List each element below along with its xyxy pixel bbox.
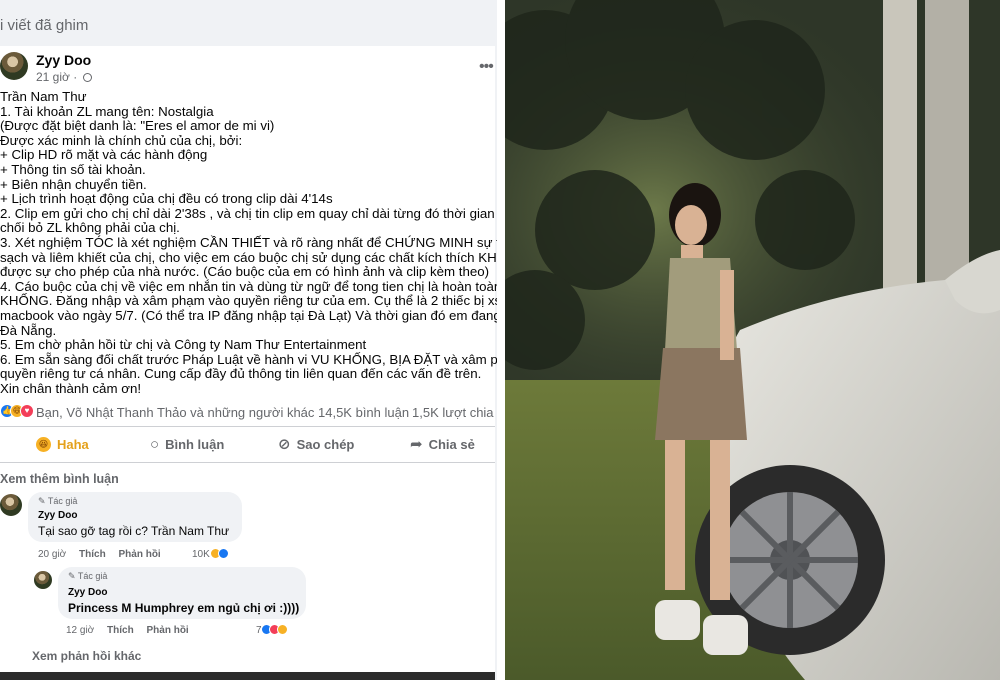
reply-comment-button[interactable]: Phản hồi [118,549,160,560]
post-body-line: Xin chân thành cảm ơn! [0,380,142,396]
like-mini-icon [217,548,229,559]
link-icon: ⊘ [278,436,291,453]
copy-button[interactable]: ⊘ Sao chép [278,434,354,454]
wheel-spokes [722,492,858,628]
comment-meta: 12 giờ Thích Phản hồi [66,625,199,636]
comment-count[interactable]: 14,5K bình luận [318,405,409,420]
love-reaction-icon: ♥ [20,404,34,418]
post-header: Zyy Doo 21 giờ · ••• [0,52,495,88]
divider [0,426,495,427]
post-card: Zyy Doo 21 giờ · ••• Trần Nam Thư 1. Tài … [0,46,497,680]
comment-reaction-number: 10K [192,549,210,560]
post-body-line: 4. Cáo buộc của chị về việc em nhắn tin … [0,278,497,294]
see-more-comments-link[interactable]: Xem thêm bình luận [0,472,119,486]
share-icon: ➦ [410,436,423,453]
like-comment-button[interactable]: Thích [79,549,106,560]
post-time[interactable]: 21 giờ · [36,70,77,84]
comment-reaction-count[interactable]: 10K [192,548,229,560]
post-body-line: 2. Clip em gửi cho chị chỉ dài 2'38s , v… [0,205,497,221]
comment-time[interactable]: 12 giờ [66,625,94,636]
reactions-bar[interactable]: 👍 😆 ♥ Bạn, Võ Nhật Thanh Thảo và những n… [0,403,497,421]
post-timestamp[interactable]: 21 giờ · [36,70,92,84]
comment-text: Princess M Humphrey em ngủ chị ơi :)))) [68,601,300,615]
haha-button[interactable]: 😆 Haha [36,434,89,454]
post-body-line: được sự cho phép của nhà nước. (Cáo buộc… [0,264,490,280]
comment-author[interactable]: Zyy Doo [68,587,107,598]
comment-bubble: ✎ Tác giả Zyy Doo Tại sao gỡ tag rồi c? … [28,492,242,542]
reaction-names[interactable]: Bạn, Võ Nhật Thanh Thảo và những người k… [36,405,314,420]
author-badge: ✎ Tác giả [68,571,108,581]
reply-comment-button[interactable]: Phản hồi [146,625,188,636]
post-body: Trần Nam Thư 1. Tài khoản ZL mang tên: No… [0,89,497,396]
comment-author[interactable]: Zyy Doo [38,510,77,521]
share-button[interactable]: ➦ Chia sẻ [410,434,475,454]
post-body-line: KHỐNG. Đăng nhập và xâm phạm vào quyền r… [0,293,497,309]
pinned-label: i viết đã ghim [0,17,89,34]
share-label: Chia sẻ [428,436,475,452]
post-body-line: + Thông tin số tài khoản. [0,161,146,177]
panel-separator [497,0,505,680]
like-comment-button[interactable]: Thích [107,625,134,636]
post-body-line: 3. Xét nghiệm TÓC là xét nghiệm CẦN THIẾ… [0,234,497,250]
comment-text: Tại sao gỡ tag rồi c? Trần Nam Thư [38,524,230,538]
facebook-post-panel: i viết đã ghim Zyy Doo 21 giờ · ••• Trần… [0,0,497,680]
post-body-line: 1. Tài khoản ZL mang tên: Nostalgia [0,103,214,119]
post-author[interactable]: Zyy Doo [36,52,91,68]
more-replies-link[interactable]: Xem phản hồi khác [32,649,141,663]
copy-label: Sao chép [296,436,355,452]
author-badge: ✎ Tác giả [38,496,78,506]
more-options-icon[interactable]: ••• [479,58,494,76]
post-body-line: Trần Nam Thư [0,89,87,104]
post-body-line: + Biên nhận chuyển tiền. [0,176,147,192]
comment-reaction-count[interactable]: 7 [256,624,289,636]
tree-trunk [925,0,969,300]
photo-panel [505,0,1000,680]
post-body-line: macbook vào ngày 5/7. (Có thể tra IP đăn… [0,307,497,323]
post-body-line: quyền riêng tư cá nhân. Cung cấp đầy đủ … [0,366,482,382]
post-body-line: (Được đặt biệt danh là: "Eres el amor de… [0,118,275,134]
haha-label: Haha [57,436,89,452]
post-body-line: 5. Em chờ phản hồi từ chị và Công ty Nam… [0,337,367,353]
comment-button[interactable]: ○ Bình luận [150,434,224,454]
author-avatar[interactable] [0,52,28,80]
share-count[interactable]: 1,5K lượt chia sẻ [412,405,497,420]
post-actions: 😆 Haha ○ Bình luận ⊘ Sao chép ➦ Chia sẻ [0,430,495,458]
haha-icon: 😆 [36,436,51,452]
comment-icon: ○ [150,435,160,453]
pinned-posts-header: i viết đã ghim [0,0,497,46]
divider [0,462,495,463]
commenter-avatar[interactable] [0,494,22,516]
post-body-line: + Lịch trình hoạt động của chị đều có tr… [0,191,333,207]
woman-leaning-on-car-photo [505,0,1000,680]
commenter-avatar[interactable] [34,571,52,589]
post-body-line: 6. Em sẵn sàng đối chất trước Pháp Luật … [0,351,497,367]
bottom-bar [0,672,495,680]
post-body-line: sạch và liêm khiết của chị, cho việc em … [0,249,497,265]
post-body-line: Được xác minh là chính chủ của chị, bởi: [0,132,243,148]
comment-label: Bình luận [165,436,225,452]
post-body-line: chối bỏ ZL không phải của chị. [0,220,180,236]
comment-meta: 20 giờ Thích Phản hồi [38,549,171,560]
haha-mini-icon [277,624,289,635]
post-body-line: Đà Nẵng. [0,322,57,338]
comment-bubble: ✎ Tác giả Zyy Doo Princess M Humphrey em… [58,567,306,619]
comment-time[interactable]: 20 giờ [38,549,66,560]
globe-icon [82,73,92,82]
post-body-line: + Clip HD rõ mặt và các hành động [0,147,208,163]
